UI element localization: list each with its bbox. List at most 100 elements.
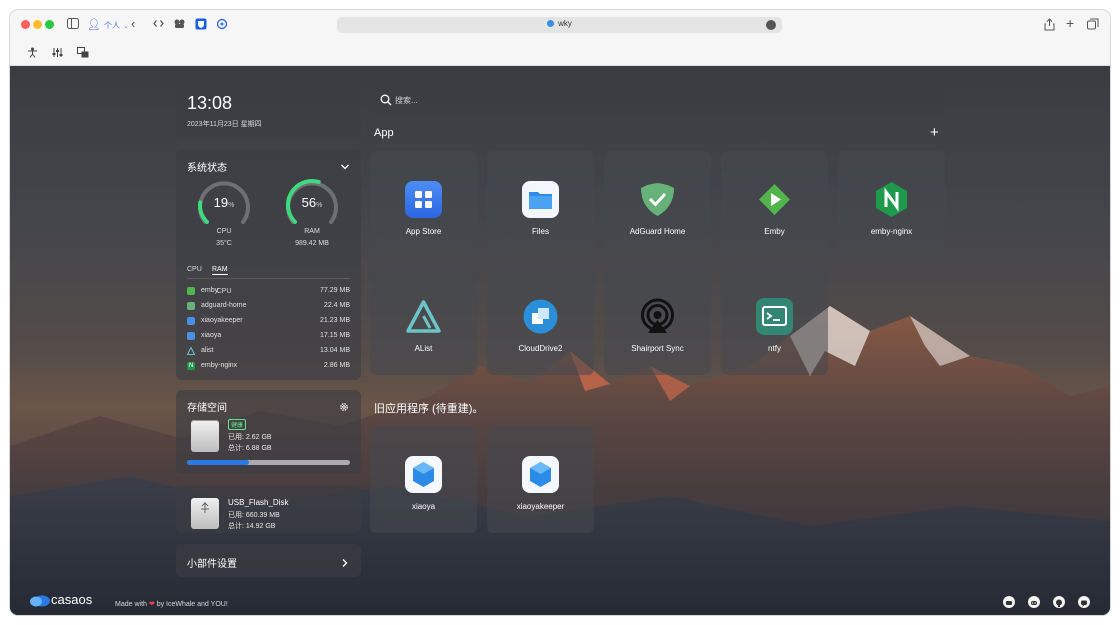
app-tile-xiaoyakeeper[interactable]: xiaoyakeeper	[487, 426, 594, 533]
back-icon[interactable]: ‹	[131, 17, 135, 31]
browser-window: 👤︎ 个人 ⌄ ‹ wky + 13:08 2023年11月23日 星期四 系统…	[10, 10, 1110, 615]
emby-icon	[756, 181, 793, 218]
translate-icon[interactable]	[77, 47, 89, 61]
usb-used: 已用: 660.39 MB	[228, 512, 280, 519]
apps-section-title: App	[374, 127, 394, 139]
process-value: 2.86 MB	[323, 362, 350, 369]
app-tile-emby[interactable]: Emby	[721, 151, 828, 258]
process-row: emby 77.29 MB	[187, 286, 350, 298]
made-with-suffix: by IceWhale and YOU!	[156, 601, 228, 608]
search-bar[interactable]: 搜索...	[371, 84, 944, 115]
profile-menu[interactable]: 👤︎ 个人 ⌄	[87, 18, 129, 32]
process-name: emby-nginx	[201, 362, 238, 369]
storage-widget: 存储空间 健康 已用: 2.62 GB 总计: 6.88 GB	[176, 390, 361, 474]
system-status-widget: 系统状态 19% CPU 56% CPU 35°C RAM 989.42 MB …	[176, 150, 361, 380]
app-label: CloudDrive2	[518, 344, 563, 353]
chevron-down-icon: ⌄	[123, 23, 129, 30]
app-tile-xiaoya[interactable]: xiaoya	[370, 426, 477, 533]
widget-settings-button[interactable]: 小部件设置	[176, 544, 361, 577]
app-tile-app-store[interactable]: App Store	[370, 151, 477, 258]
alist-icon	[186, 346, 196, 355]
legacy-section-title: 旧应用程序 (待重建)。	[374, 403, 484, 415]
app-store-icon	[405, 181, 442, 218]
app-tile-alist[interactable]: AList	[370, 268, 477, 375]
code-icon[interactable]	[153, 18, 164, 32]
process-value: 77.29 MB	[320, 287, 350, 294]
app-label: App Store	[405, 227, 442, 236]
app-tile-clouddrive2[interactable]: CloudDrive2	[487, 268, 594, 375]
process-row: alist 13.04 MB	[186, 346, 350, 358]
casaos-brand: casaos	[51, 592, 93, 607]
process-row: N emby-nginx 2.86 MB	[187, 361, 350, 373]
made-with-text: Made with ❤ by IceWhale and YOU!	[115, 600, 228, 608]
profile-label: 个人	[104, 21, 121, 30]
made-with-prefix: Made with	[115, 601, 147, 608]
usb-drive-icon	[191, 498, 219, 529]
app-tile-emby-nginx[interactable]: emby-nginx	[838, 151, 945, 258]
app-label: AList	[414, 344, 433, 353]
search-input[interactable]: 搜索...	[395, 95, 418, 106]
accessibility-icon[interactable]	[27, 47, 38, 61]
bookmarks-toolbar	[10, 40, 1110, 66]
storage-progress-fill	[187, 460, 249, 465]
app-label: ntfy	[768, 344, 781, 353]
discord-icon[interactable]	[1028, 596, 1040, 608]
storage-used: 已用: 2.62 GB	[228, 434, 272, 441]
close-window-button[interactable]	[21, 20, 30, 29]
chevron-right-icon	[341, 555, 349, 567]
address-text: wky	[558, 19, 572, 28]
casaos-dashboard: 13:08 2023年11月23日 星期四 系统状态 19% CPU 56% C…	[10, 66, 1110, 615]
app-label: Files	[532, 227, 549, 236]
health-badge: 健康	[228, 419, 247, 430]
tab-overview-icon[interactable]	[1087, 18, 1099, 32]
storage-title: 存储空间	[187, 403, 227, 414]
search-icon	[380, 93, 392, 106]
gear-icon[interactable]	[339, 399, 349, 411]
sidebar-toggle-icon[interactable]	[67, 18, 79, 32]
process-row: xiaoyakeeper 21.23 MB	[187, 316, 350, 328]
xiaoya-icon	[187, 332, 195, 340]
process-row: xiaoya 17.15 MB	[187, 331, 350, 343]
process-value: 13.04 MB	[320, 347, 350, 354]
process-name: xiaoya	[201, 332, 222, 339]
app-label: Emby	[764, 227, 785, 236]
app-label: xiaoyakeeper	[516, 502, 565, 511]
minimize-window-button[interactable]	[33, 20, 42, 29]
app-label: AdGuard Home	[629, 227, 686, 236]
chat-icon[interactable]	[1078, 596, 1090, 608]
forum-icon[interactable]	[1003, 596, 1015, 608]
alist-icon	[405, 298, 442, 335]
app-tile-adguard-home[interactable]: AdGuard Home	[604, 151, 711, 258]
person-icon: 👤︎	[87, 19, 101, 31]
adguard-icon	[187, 302, 195, 310]
address-bar[interactable]: wky	[337, 17, 782, 33]
xiaoyakeeper-icon	[187, 317, 195, 325]
process-list: emby 77.29 MB adguard-home 22.4 MB xiaoy…	[176, 150, 361, 380]
app-label: xiaoya	[411, 502, 436, 511]
bitwarden-icon[interactable]	[195, 18, 207, 32]
page-menu-icon[interactable]	[766, 20, 776, 30]
github-icon[interactable]	[1053, 596, 1065, 608]
zoom-window-button[interactable]	[45, 20, 54, 29]
sync-icon[interactable]	[216, 18, 228, 32]
browser-titlebar: 👤︎ 个人 ⌄ ‹ wky +	[10, 10, 1110, 40]
storage-total: 总计: 6.88 GB	[228, 445, 272, 452]
add-app-icon[interactable]: +	[930, 125, 939, 140]
extension-icon[interactable]	[173, 18, 186, 32]
process-row: adguard-home 22.4 MB	[187, 301, 350, 313]
sliders-icon[interactable]	[52, 47, 63, 61]
new-tab-icon[interactable]: +	[1066, 16, 1074, 30]
app-tile-shairport-sync[interactable]: Shairport Sync	[604, 268, 711, 375]
site-icon	[547, 20, 555, 27]
app-tile-ntfy[interactable]: ntfy	[721, 268, 828, 375]
usb-name: USB_Flash_Disk	[228, 498, 289, 507]
emby-icon	[187, 287, 195, 295]
usb-total: 总计: 14.92 GB	[228, 523, 276, 530]
process-name: emby	[201, 287, 219, 294]
adguard-icon	[639, 181, 676, 218]
process-name: xiaoyakeeper	[201, 317, 243, 324]
share-icon[interactable]	[1044, 18, 1055, 32]
process-value: 21.23 MB	[320, 317, 350, 324]
clock-time: 13:08	[187, 93, 233, 113]
app-tile-files[interactable]: Files	[487, 151, 594, 258]
